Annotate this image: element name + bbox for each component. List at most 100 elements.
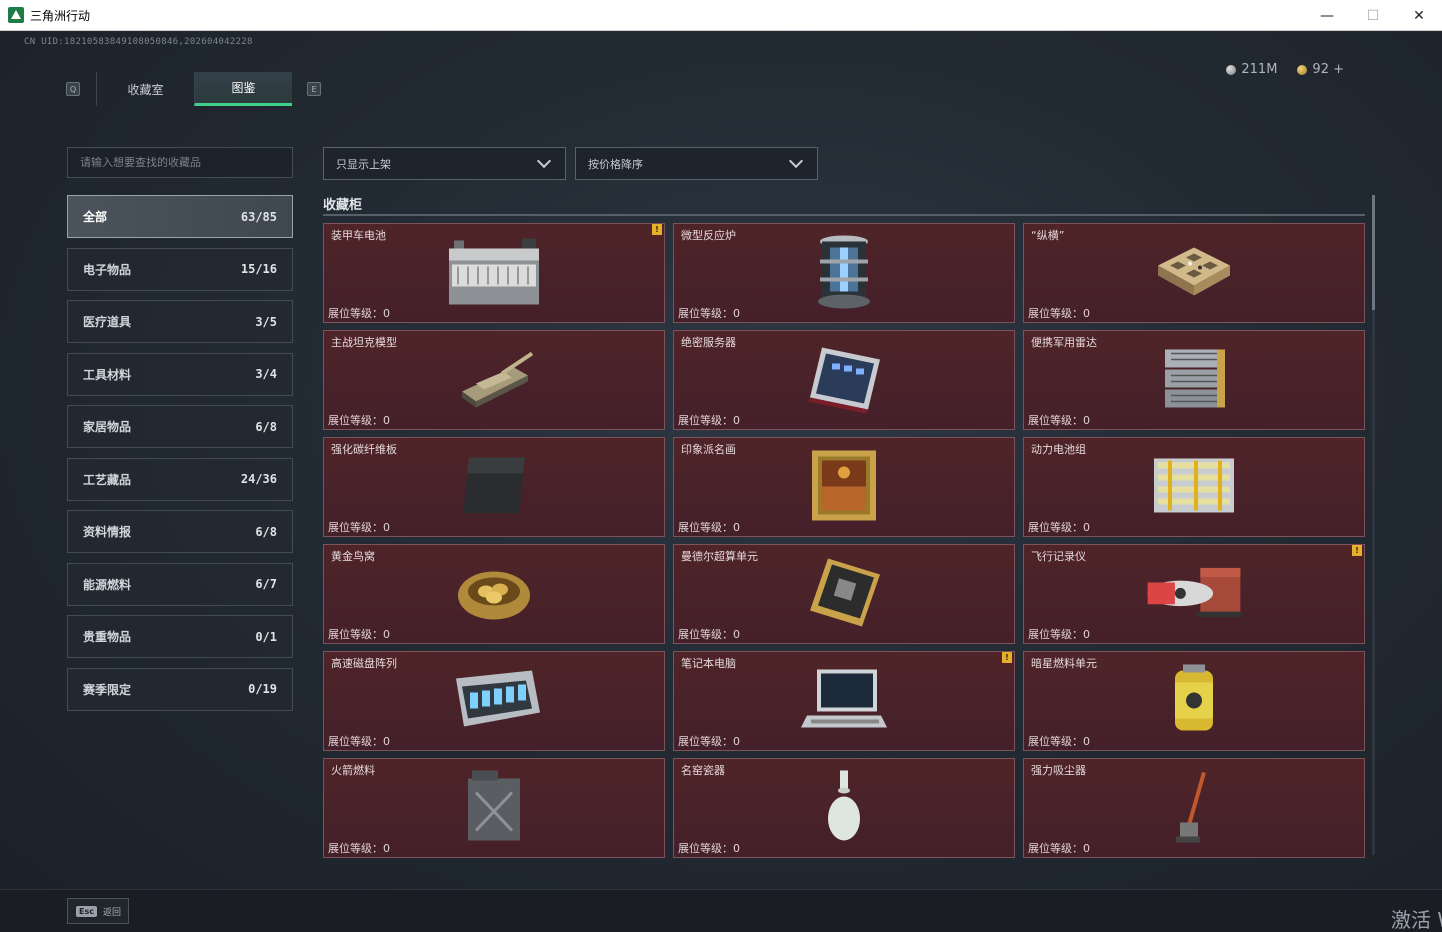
silver-coin-icon — [1226, 64, 1237, 75]
warning-badge-icon: ! — [1002, 652, 1012, 663]
minimize-button[interactable]: — — [1304, 0, 1350, 31]
collection-card[interactable]: 便携军用雷达 展位等级：0 — [1023, 330, 1365, 430]
display-level: 展位等级：0 — [678, 307, 740, 320]
display-level: 展位等级：0 — [678, 735, 740, 748]
window-titlebar: 三角洲行动 — ☐ ✕ — [0, 0, 1442, 31]
collection-card[interactable]: 火箭燃料 展位等级：0 — [323, 758, 665, 858]
gold-amount: 92 + — [1312, 62, 1344, 77]
item-name: 飞行记录仪 — [1031, 550, 1086, 563]
battery-pack-icon — [1144, 447, 1244, 523]
fuel-cell-icon — [1144, 661, 1244, 737]
availability-dropdown[interactable]: 只显示上架 — [323, 147, 566, 180]
display-level: 展位等级：0 — [1028, 414, 1090, 427]
collection-card[interactable]: 微型反应炉 展位等级：0 — [673, 223, 1015, 323]
category-label: 贵重物品 — [83, 630, 132, 644]
collection-card[interactable]: 飞行记录仪 ! 展位等级：0 — [1023, 544, 1365, 644]
category-season[interactable]: 赛季限定 0/19 — [67, 667, 293, 711]
display-level: 展位等级：0 — [678, 414, 740, 427]
collection-card[interactable]: 动力电池组 展位等级：0 — [1023, 437, 1365, 537]
silver-amount: 211M — [1241, 62, 1278, 77]
availability-value: 只显示上架 — [336, 157, 391, 171]
item-name: 火箭燃料 — [331, 764, 375, 777]
gold-currency[interactable]: 92 + — [1297, 62, 1344, 77]
category-household[interactable]: 家居物品 6/8 — [67, 405, 293, 448]
back-button[interactable]: Esc 返回 — [67, 898, 129, 924]
item-name: 名窑瓷器 — [681, 764, 725, 777]
close-button[interactable]: ✕ — [1396, 0, 1442, 31]
app-logo-icon — [8, 7, 24, 23]
collection-card[interactable]: 暗星燃料单元 展位等级：0 — [1023, 651, 1365, 751]
sort-value: 按价格降序 — [588, 157, 643, 171]
display-level: 展位等级：0 — [328, 307, 390, 320]
category-count: 6/7 — [255, 577, 277, 591]
display-level: 展位等级：0 — [1028, 842, 1090, 855]
category-all[interactable]: 全部 63/85 — [67, 195, 293, 238]
category-list: 全部 63/85 电子物品 15/16 医疗道具 3/5 工具材料 3/4 家居… — [67, 195, 293, 720]
category-intel[interactable]: 资料情报 6/8 — [67, 510, 293, 553]
carbon-plate-icon — [444, 447, 544, 523]
item-name: 高速磁盘阵列 — [331, 657, 397, 670]
painting-icon — [794, 447, 894, 523]
category-label: 家居物品 — [83, 420, 132, 434]
maximize-button[interactable]: ☐ — [1350, 0, 1396, 31]
display-level: 展位等级：0 — [328, 735, 390, 748]
display-level: 展位等级：0 — [678, 628, 740, 641]
category-count: 6/8 — [255, 419, 277, 434]
collection-card[interactable]: 笔记本电脑 ! 展位等级：0 — [673, 651, 1015, 751]
item-name: “纵横” — [1031, 229, 1065, 242]
collection-card[interactable]: 绝密服务器 展位等级：0 — [673, 330, 1015, 430]
sort-dropdown[interactable]: 按价格降序 — [575, 147, 818, 180]
item-name: 黄金鸟窝 — [331, 550, 375, 563]
category-tools[interactable]: 工具材料 3/4 — [67, 352, 293, 396]
game-viewport: CN UID:1821058384910805084​6,20260404222… — [0, 31, 1442, 932]
collection-card[interactable]: 名窑瓷器 展位等级：0 — [673, 758, 1015, 858]
currency-bar: 211M 92 + — [1226, 62, 1344, 77]
search-input[interactable] — [67, 147, 293, 178]
activation-watermark: 激活 W — [1391, 908, 1442, 932]
collection-card[interactable]: 主战坦克模型 展位等级：0 — [323, 330, 665, 430]
category-energy[interactable]: 能源燃料 6/7 — [67, 562, 293, 606]
item-name: 装甲车电池 — [331, 229, 386, 242]
category-label: 工具材料 — [83, 367, 132, 382]
category-count: 15/16 — [240, 262, 277, 276]
tab-codex[interactable]: 图鉴 — [194, 72, 292, 106]
tab-collection-room[interactable]: 收藏室 — [96, 72, 194, 106]
chevron-down-icon — [788, 153, 804, 169]
collection-card[interactable]: 黄金鸟窝 展位等级：0 — [323, 544, 665, 644]
category-label: 工艺藏品 — [83, 472, 132, 487]
collection-card[interactable]: 印象派名画 展位等级：0 — [673, 437, 1015, 537]
esc-key: Esc — [76, 905, 97, 917]
display-level: 展位等级：0 — [1028, 735, 1090, 748]
silver-currency[interactable]: 211M — [1226, 62, 1277, 77]
laptop-icon — [794, 661, 894, 737]
category-count: 3/5 — [255, 314, 277, 329]
collection-card[interactable]: “纵横” 展位等级：0 — [1023, 223, 1365, 323]
collection-card[interactable]: 装甲车电池 ! 展位等级：0 — [323, 223, 665, 323]
prev-tab-key[interactable]: Q — [66, 82, 80, 96]
server-icon — [794, 340, 894, 416]
display-level: 展位等级：0 — [678, 521, 740, 534]
collection-card[interactable]: 高速磁盘阵列 展位等级：0 — [323, 651, 665, 751]
display-level: 展位等级：0 — [328, 414, 390, 427]
scrollbar-thumb[interactable] — [1372, 195, 1375, 310]
collection-card[interactable]: 曼德尔超算单元 展位等级：0 — [673, 544, 1015, 644]
bottom-bar: Esc 返回 — [0, 889, 1442, 932]
jerrycan-icon — [444, 768, 544, 844]
item-name: 强力吸尘器 — [1031, 764, 1086, 777]
category-valuables[interactable]: 贵重物品 0/1 — [67, 615, 293, 658]
golden-nest-icon — [444, 554, 544, 630]
chevron-down-icon — [536, 153, 552, 169]
collection-card[interactable]: 强化碳纤维板 展位等级：0 — [323, 437, 665, 537]
flight-recorder-icon — [1144, 554, 1244, 630]
category-crafts[interactable]: 工艺藏品 24/36 — [67, 457, 293, 501]
category-electronics[interactable]: 电子物品 15/16 — [67, 247, 293, 291]
next-tab-key[interactable]: E — [307, 82, 321, 96]
compute-unit-icon — [794, 554, 894, 630]
category-count: 0/19 — [248, 682, 277, 696]
display-level: 展位等级：0 — [328, 842, 390, 855]
disk-array-icon — [444, 661, 544, 737]
category-medical[interactable]: 医疗道具 3/5 — [67, 300, 293, 343]
display-level: 展位等级：0 — [1028, 307, 1090, 320]
collection-card[interactable]: 强力吸尘器 展位等级：0 — [1023, 758, 1365, 858]
item-name: 微型反应炉 — [681, 229, 736, 242]
